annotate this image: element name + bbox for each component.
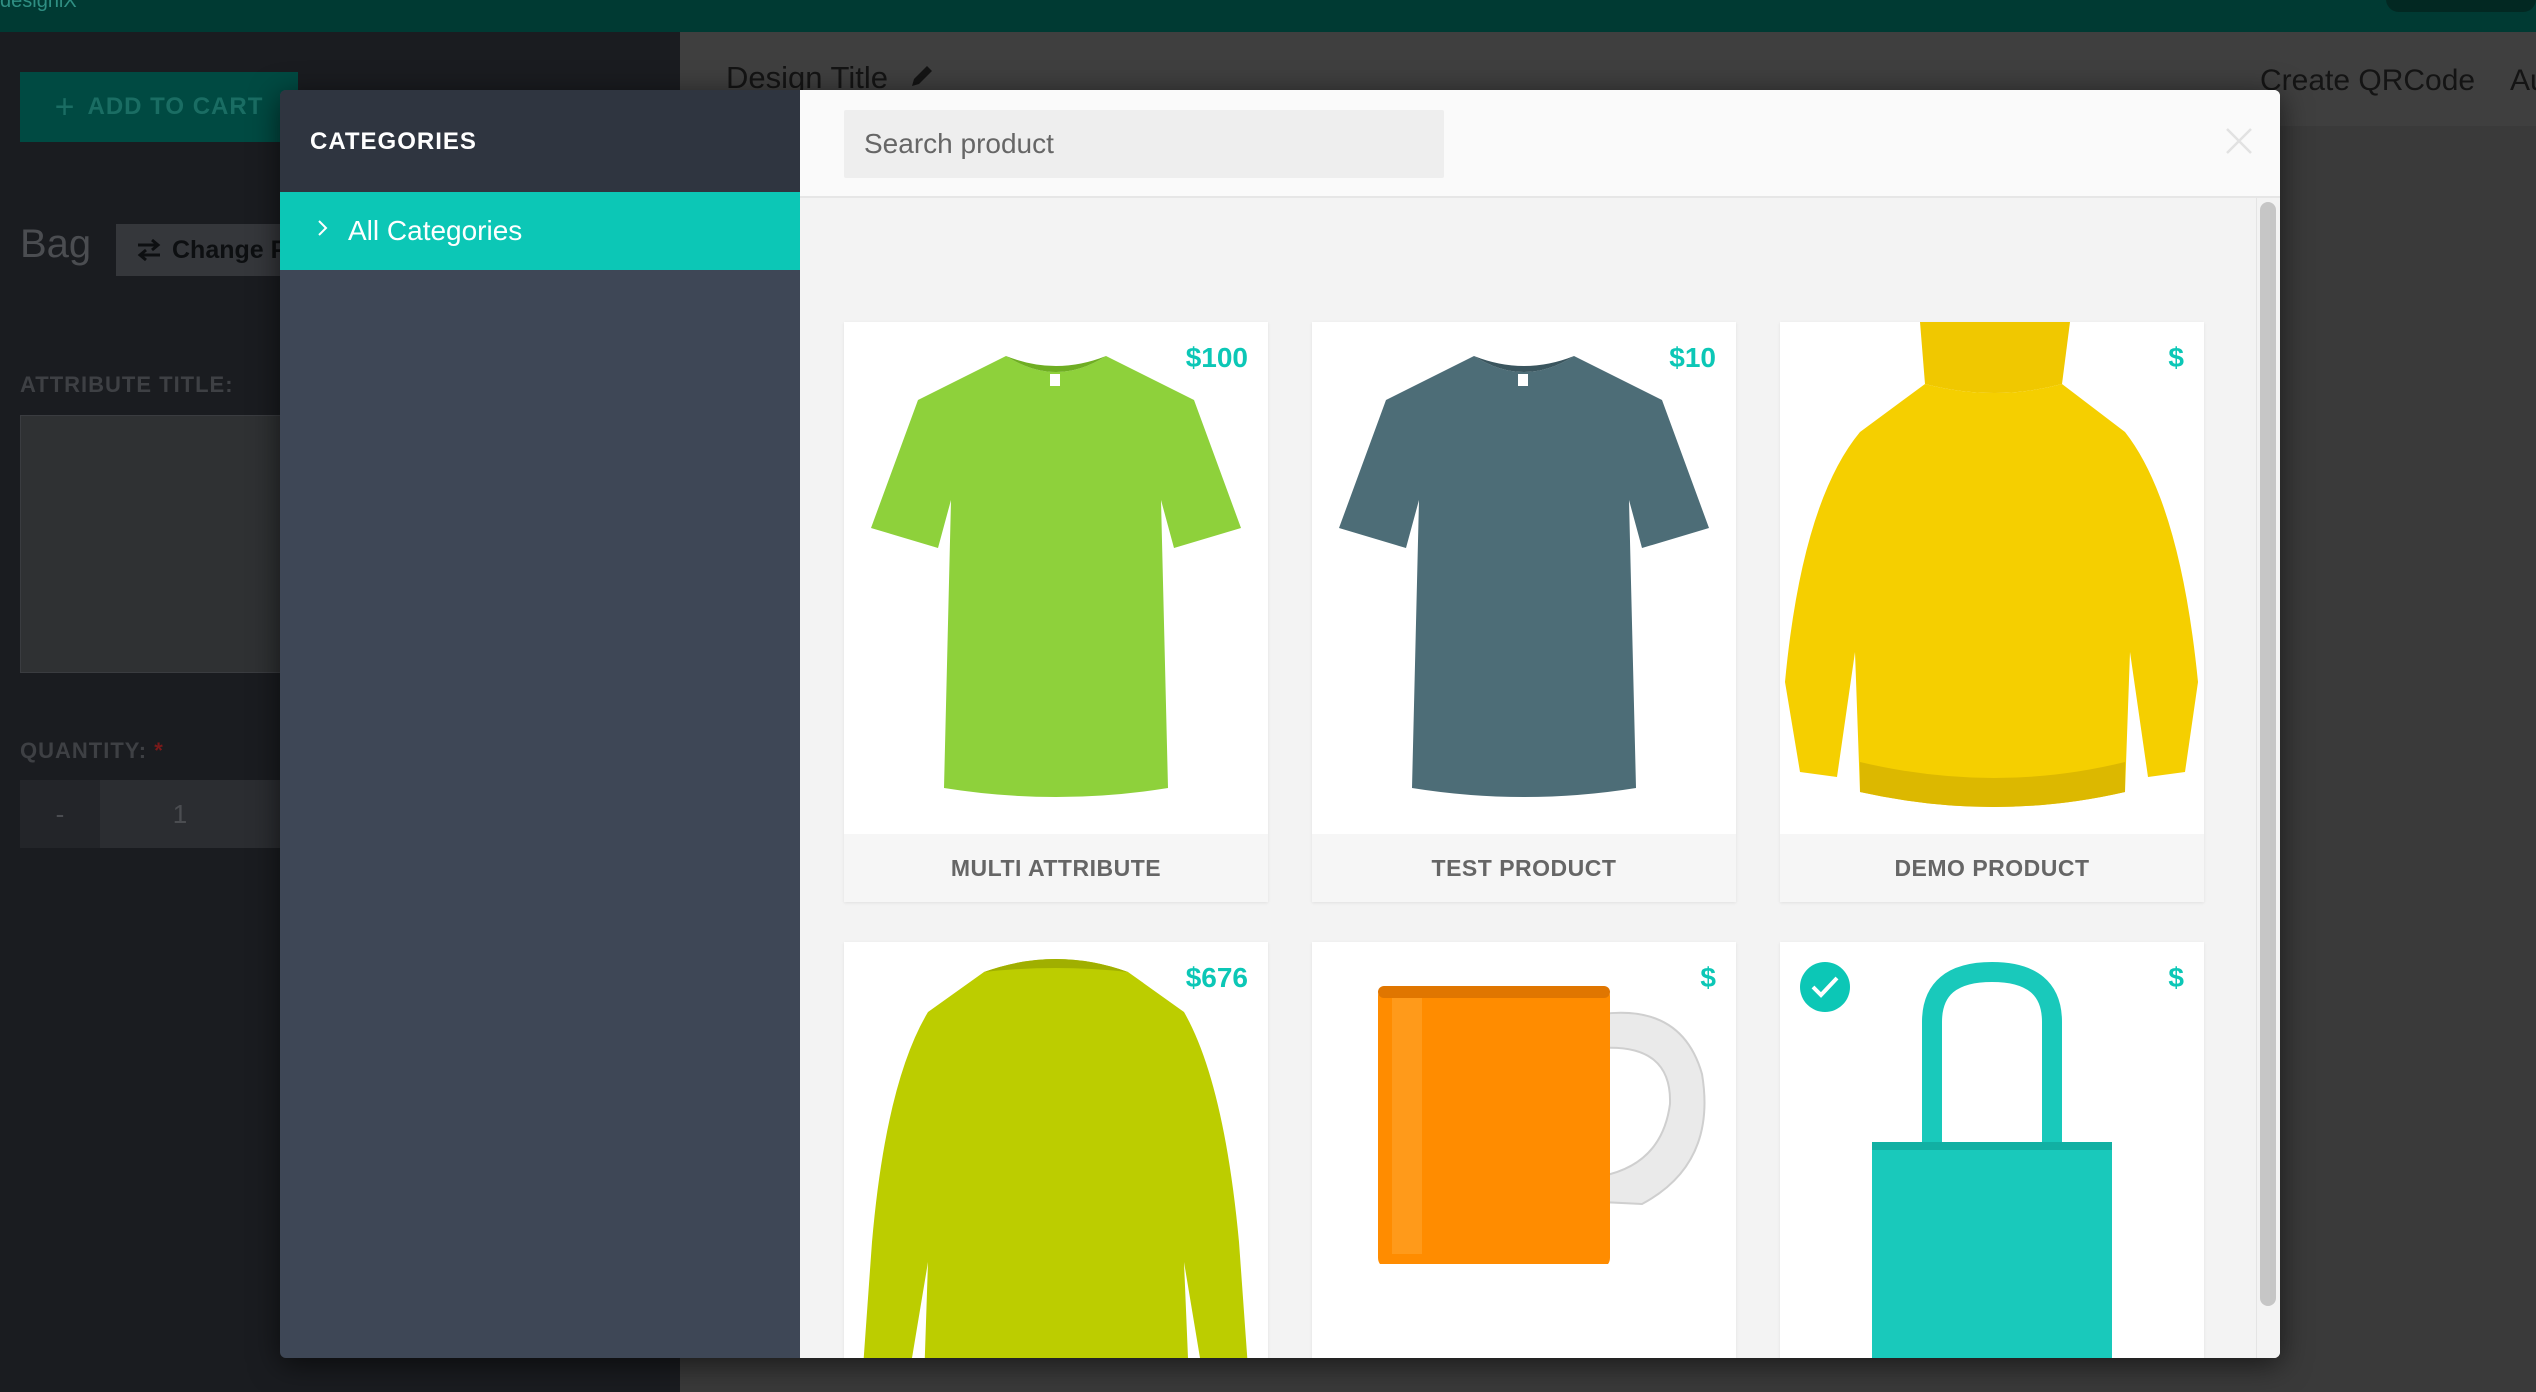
- pencil-icon[interactable]: [908, 62, 936, 90]
- orange-mug-image: [1378, 986, 1706, 1264]
- product-card[interactable]: $: [1780, 942, 2204, 1358]
- product-picker-modal: CATEGORIES All Categories Search product…: [280, 90, 2280, 1358]
- add-to-cart-button[interactable]: + ADD TO CART: [20, 72, 298, 142]
- quantity-decrement-button[interactable]: -: [20, 780, 100, 848]
- categories-title: CATEGORIES: [310, 128, 477, 155]
- price-badge: $: [2168, 962, 2184, 993]
- product-card[interactable]: $100 MULTI ATTRIBUTE: [844, 322, 1268, 902]
- product-name-bar: DEMO PRODUCT: [1780, 834, 2204, 902]
- search-input[interactable]: [844, 110, 1444, 178]
- change-product-label: Change P: [172, 235, 288, 264]
- search-bar: [800, 90, 2280, 198]
- attribute-swatch-box[interactable]: [20, 415, 300, 673]
- product-card[interactable]: $ DEMO PRODUCT: [1780, 322, 2204, 902]
- quantity-input[interactable]: [100, 780, 260, 848]
- price-badge: $10: [1669, 342, 1716, 373]
- current-product-label: Bag: [20, 222, 92, 266]
- product-name: DEMO PRODUCT: [1894, 854, 2090, 881]
- product-image: [1312, 942, 1736, 1358]
- selected-check-icon: [1800, 962, 1850, 1012]
- app-logo: designiX: [0, 0, 77, 12]
- quantity-label-text: QUANTITY:: [20, 738, 148, 763]
- create-qrcode-button[interactable]: Create QRCode: [2260, 64, 2475, 98]
- scrollbar-thumb[interactable]: [2260, 202, 2276, 1306]
- yellow-hoodie-image: [1785, 322, 2198, 807]
- quantity-stepper: -: [20, 780, 300, 848]
- header-menu-item-cut[interactable]: Au: [2510, 64, 2536, 98]
- product-card[interactable]: $676: [844, 942, 1268, 1358]
- product-card[interactable]: $10 TEST PRODUCT: [1312, 322, 1736, 902]
- add-to-cart-label: ADD TO CART: [87, 93, 264, 120]
- product-name-bar: TEST PRODUCT: [1312, 834, 1736, 902]
- swap-icon: [137, 239, 161, 261]
- green-tshirt-image: [871, 356, 1241, 797]
- teal-tote-bag-image: [1872, 962, 2112, 1358]
- product-image: [844, 322, 1268, 834]
- price-badge: $: [2168, 342, 2184, 373]
- category-item-label: All Categories: [348, 215, 523, 246]
- close-icon[interactable]: [2224, 126, 2254, 156]
- price-badge: $100: [1185, 342, 1248, 373]
- chevron-right-icon: [318, 220, 328, 236]
- product-image: [1780, 322, 2204, 834]
- product-name: MULTI ATTRIBUTE: [950, 854, 1162, 881]
- quantity-label: QUANTITY: *: [20, 738, 164, 764]
- attribute-title-label: ATTRIBUTE TITLE:: [20, 372, 234, 397]
- required-mark: *: [154, 738, 164, 763]
- product-image: [844, 942, 1268, 1358]
- slate-tshirt-image: [1339, 356, 1709, 797]
- category-item-all[interactable]: All Categories: [280, 192, 800, 270]
- product-grid: $100 MULTI ATTRIBUTE $10 TEST PRODUCT $ …: [800, 198, 2260, 1358]
- lime-longsleeve-image: [863, 959, 1248, 1358]
- price-badge: $: [1700, 962, 1716, 993]
- product-name: TEST PRODUCT: [1431, 854, 1617, 881]
- price-badge: $676: [1185, 962, 1248, 993]
- product-list-panel: $100 MULTI ATTRIBUTE $10 TEST PRODUCT: [800, 90, 2280, 1358]
- product-name-bar: MULTI ATTRIBUTE: [844, 834, 1268, 902]
- categories-header: CATEGORIES: [280, 90, 800, 192]
- app-topbar: designiX: [0, 0, 2536, 32]
- product-image: [1312, 322, 1736, 834]
- product-card[interactable]: $: [1312, 942, 1736, 1358]
- product-image: [1780, 942, 2204, 1358]
- topbar-user-pill[interactable]: [2386, 0, 2536, 12]
- plus-icon: +: [54, 88, 76, 126]
- categories-sidebar: CATEGORIES All Categories: [280, 90, 800, 1358]
